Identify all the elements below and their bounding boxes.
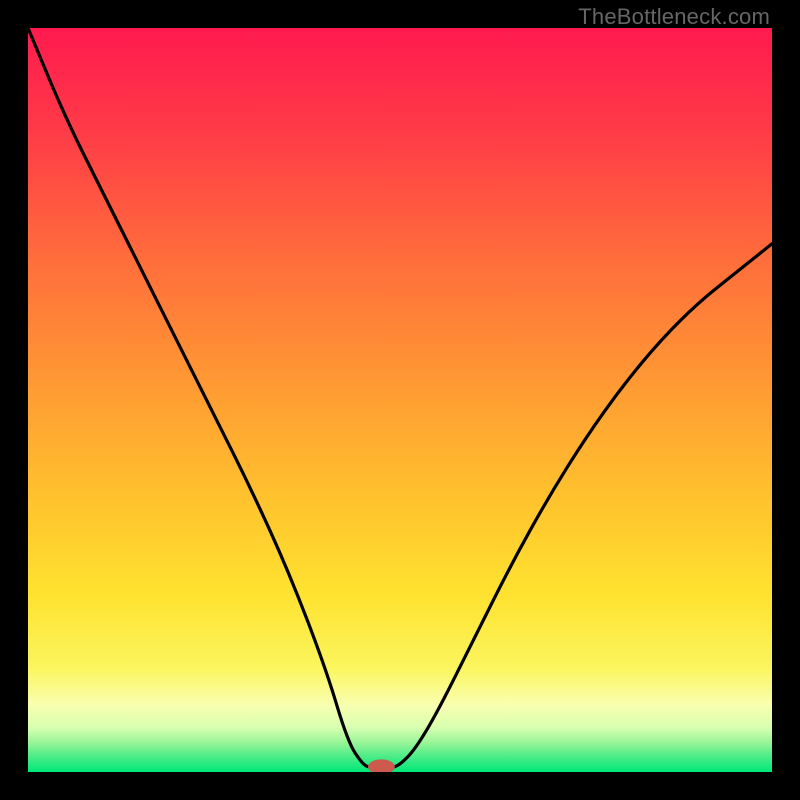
chart-svg	[28, 28, 772, 772]
watermark-text: TheBottleneck.com	[578, 4, 770, 30]
gradient-background	[28, 28, 772, 772]
chart-frame: TheBottleneck.com	[0, 0, 800, 800]
plot-area	[28, 28, 772, 772]
